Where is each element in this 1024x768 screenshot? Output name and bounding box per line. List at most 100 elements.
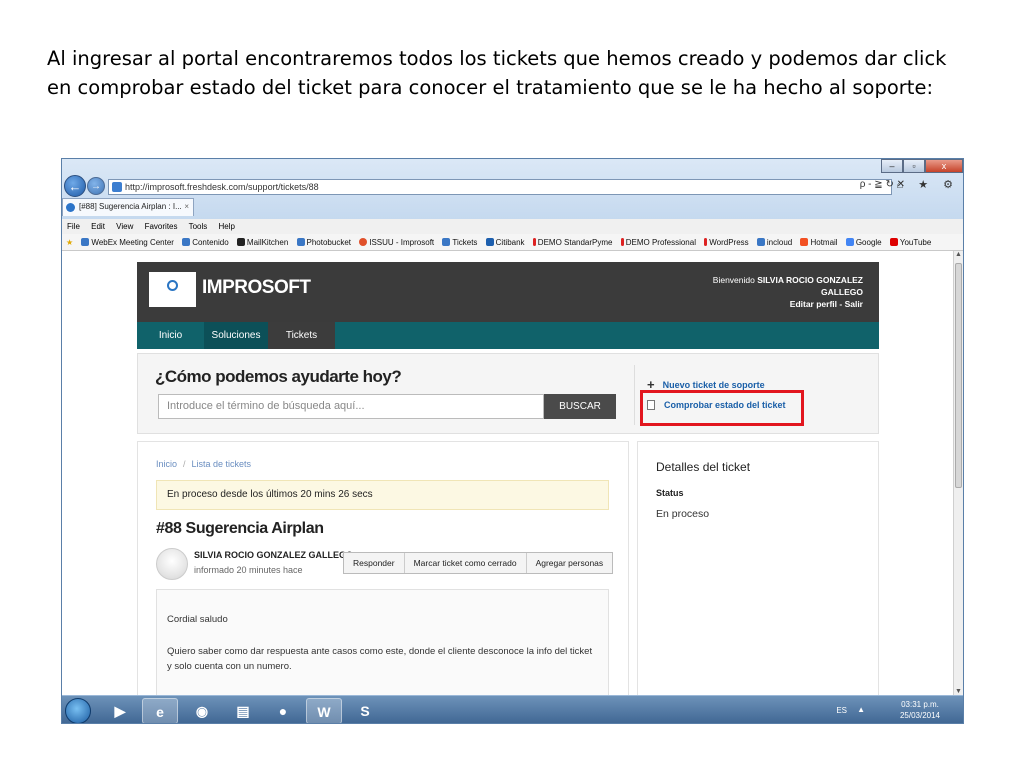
scroll-down-icon[interactable]: ▼ [954, 688, 963, 695]
breadcrumb-ticket-list[interactable]: Lista de tickets [192, 459, 252, 469]
slide-caption: Al ingresar al portal encontraremos todo… [47, 47, 947, 99]
fav-item[interactable]: WebEx Meeting Center [81, 238, 174, 247]
welcome-prefix: Bienvenido [712, 275, 758, 285]
address-bar[interactable]: http://improsoft.freshdesk.com/support/t… [108, 179, 892, 195]
fav-item[interactable]: ISSUU - Improsoft [359, 238, 434, 247]
fav-icon [845, 238, 854, 246]
fav-item[interactable]: incloud [756, 238, 792, 247]
fav-icon [532, 238, 536, 246]
firefox-icon[interactable]: ● [265, 698, 301, 723]
favorites-star-icon[interactable]: ★ [66, 238, 73, 247]
tray-arrow-icon[interactable]: ▲ [857, 705, 865, 714]
internet-explorer-icon[interactable]: e [142, 698, 178, 723]
fav-icon [81, 238, 90, 246]
menu-help[interactable]: Help [219, 222, 235, 231]
scroll-up-icon[interactable]: ▲ [954, 251, 963, 258]
fav-item[interactable]: WordPress [704, 238, 749, 247]
add-people-button[interactable]: Agregar personas [527, 553, 613, 573]
menu-tools[interactable]: Tools [189, 222, 208, 231]
fav-item[interactable]: Photobucket [296, 238, 351, 247]
fav-icon [442, 238, 451, 246]
search-input[interactable]: Introduce el término de búsqueda aquí... [158, 394, 544, 419]
menu-bar: File Edit View Favorites Tools Help [62, 219, 963, 234]
fav-item[interactable]: Tickets [442, 238, 477, 247]
clock-time: 03:31 p.m. [901, 700, 939, 709]
fav-icon [620, 238, 624, 246]
minimize-button[interactable]: – [881, 159, 903, 173]
tab-favicon [66, 203, 75, 212]
fav-item[interactable]: Google [845, 238, 882, 247]
web-page: IMPROSOFT Bienvenido SILVIA ROCIO GONZAL… [62, 251, 955, 695]
start-button[interactable] [65, 698, 91, 723]
fav-item[interactable]: DEMO StandarPyme [532, 238, 613, 247]
reported-time: informado 20 minutes hace [194, 565, 303, 575]
forward-button[interactable]: → [87, 177, 105, 195]
portal-header: IMPROSOFT Bienvenido SILVIA ROCIO GONZAL… [137, 262, 879, 322]
fav-icon [756, 238, 765, 246]
fav-item[interactable]: Contenido [182, 238, 229, 247]
breadcrumb-inicio[interactable]: Inicio [156, 459, 177, 469]
fav-icon [296, 238, 305, 246]
ticket-message: Cordial saludo Quiero saber como dar res… [156, 589, 609, 695]
portal-nav: Inicio Soluciones Tickets [137, 322, 879, 349]
clock[interactable]: 03:31 p.m. 25/03/2014 [895, 699, 945, 721]
message-body: Quiero saber como dar respuesta ante cas… [167, 646, 593, 672]
ticket-actions: Responder Marcar ticket como cerrado Agr… [343, 552, 614, 574]
language-indicator[interactable]: ES [836, 706, 847, 715]
menu-edit[interactable]: Edit [91, 222, 105, 231]
window-controls: – ▫ x [881, 159, 963, 173]
ticket-panel: Inicio / Lista de tickets En proceso desde… [137, 441, 629, 695]
fav-item[interactable]: MailKitchen [236, 238, 288, 247]
logo-mark-icon [167, 280, 178, 291]
close-window-button[interactable]: x [925, 159, 963, 173]
menu-file[interactable]: File [67, 222, 80, 231]
page-scrollbar[interactable]: ▲ ▼ [953, 251, 963, 695]
menu-favorites[interactable]: Favorites [145, 222, 178, 231]
user-name: SILVIA ROCIO GONZALEZ GALLEGO [757, 275, 863, 297]
help-question: ¿Cómo podemos ayudarte hoy? [155, 367, 402, 386]
avatar [156, 548, 188, 580]
browser-tab[interactable]: [#88] Sugerencia Airplan : I... × [62, 198, 194, 216]
tab-close-icon[interactable]: × [184, 199, 189, 215]
search-button[interactable]: BUSCAR [544, 394, 616, 419]
fav-item[interactable]: DEMO Professional [620, 238, 696, 247]
fav-icon [359, 238, 368, 246]
reply-button[interactable]: Responder [344, 553, 405, 573]
tab-title: [#88] Sugerencia Airplan : I... [79, 202, 182, 211]
nav-soluciones[interactable]: Soluciones [204, 322, 268, 349]
new-ticket-label: Nuevo ticket de soporte [662, 380, 765, 390]
maximize-button[interactable]: ▫ [903, 159, 925, 173]
breadcrumb: Inicio / Lista de tickets [156, 459, 251, 469]
skype-icon[interactable]: S [347, 698, 383, 723]
favorites-bar: ★ WebEx Meeting Center Contenido MailKit… [62, 234, 963, 251]
message-greeting: Cordial saludo [167, 614, 228, 625]
menu-view[interactable]: View [116, 222, 133, 231]
nav-inicio[interactable]: Inicio [137, 322, 204, 349]
page-icon [112, 182, 122, 192]
details-title: Detalles del ticket [656, 460, 751, 474]
fav-item[interactable]: YouTube [889, 238, 931, 247]
fav-icon [182, 238, 191, 246]
windows-taskbar: ▶ e ◉ ▤ ● W S ES ▲ 03:31 p.m. 25/03/2014 [62, 695, 963, 723]
fav-icon [889, 238, 898, 246]
browser-chrome: – ▫ x ← → http://improsoft.freshdesk.com… [62, 159, 963, 219]
address-text: http://improsoft.freshdesk.com/support/t… [125, 182, 319, 192]
close-ticket-button[interactable]: Marcar ticket como cerrado [405, 553, 527, 573]
browser-screenshot: – ▫ x ← → http://improsoft.freshdesk.com… [61, 158, 964, 724]
back-button[interactable]: ← [64, 175, 86, 197]
profile-links[interactable]: Editar perfil - Salir [790, 299, 863, 309]
status-alert: En proceso desde los últimos 20 mins 26 … [156, 480, 609, 510]
home-favorites-tools-icons[interactable]: ⌂ ★ ⚙ [897, 178, 959, 191]
brand-name: IMPROSOFT [202, 277, 311, 298]
fav-item[interactable]: Citibank [485, 238, 525, 247]
nav-tickets[interactable]: Tickets [268, 322, 335, 349]
folder-icon[interactable]: ▤ [225, 698, 261, 723]
chrome-icon[interactable]: ◉ [184, 698, 220, 723]
fav-item[interactable]: Hotmail [800, 238, 838, 247]
company-logo[interactable] [149, 272, 196, 307]
scroll-thumb[interactable] [955, 263, 962, 488]
fav-icon [236, 238, 245, 246]
word-icon[interactable]: W [306, 698, 342, 723]
highlight-box [640, 390, 804, 426]
media-player-icon[interactable]: ▶ [102, 698, 138, 723]
